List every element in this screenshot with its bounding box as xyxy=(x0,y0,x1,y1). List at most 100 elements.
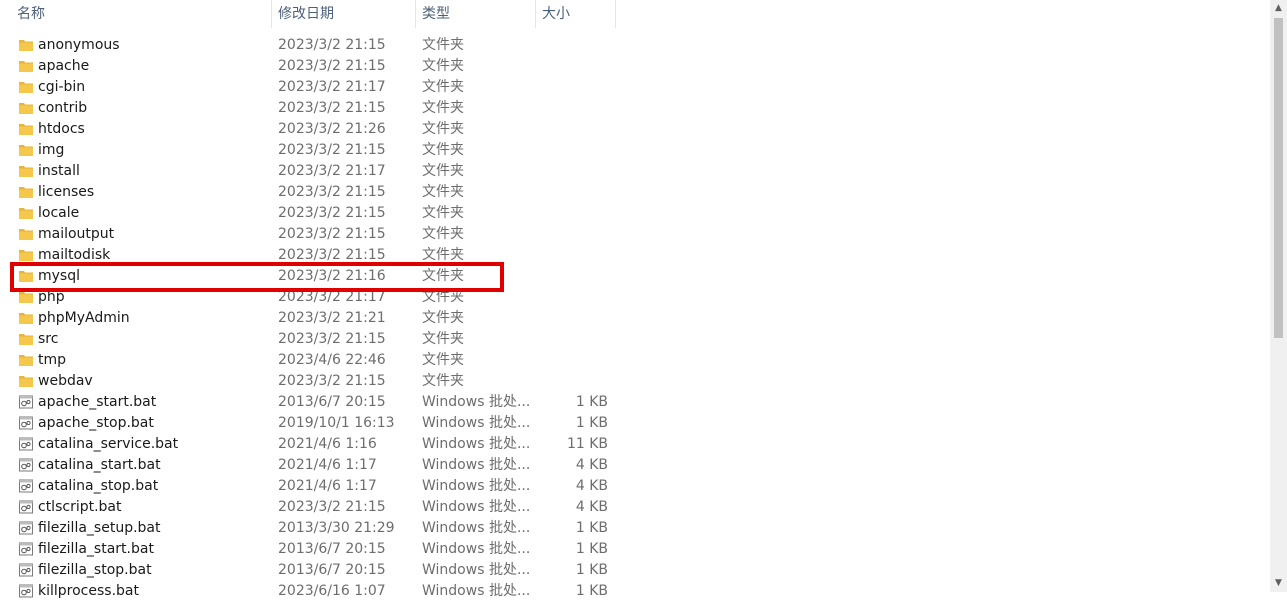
file-row[interactable]: mailoutput 2023/3/2 21:15 文件夹 xyxy=(0,224,1270,245)
folder-icon xyxy=(18,352,34,368)
file-date: 2023/3/2 21:15 xyxy=(278,226,386,242)
file-date: 2023/3/2 21:15 xyxy=(278,58,386,74)
file-row[interactable]: cgi-bin 2023/3/2 21:17 文件夹 xyxy=(0,77,1270,98)
file-row[interactable]: img 2023/3/2 21:15 文件夹 xyxy=(0,140,1270,161)
folder-icon xyxy=(18,226,34,242)
file-date: 2023/3/2 21:15 xyxy=(278,373,386,389)
file-date: 2023/3/2 21:21 xyxy=(278,310,386,326)
folder-icon xyxy=(18,205,34,221)
file-row[interactable]: mailtodisk 2023/3/2 21:15 文件夹 xyxy=(0,245,1270,266)
file-type: Windows 批处... xyxy=(422,457,531,473)
file-name: apache_start.bat xyxy=(38,394,157,410)
batch-file-icon xyxy=(18,478,34,494)
scroll-down-arrow-icon[interactable]: ▼ xyxy=(1270,575,1287,592)
file-name: locale xyxy=(38,205,80,221)
batch-file-icon xyxy=(18,520,34,536)
file-row[interactable]: contrib 2023/3/2 21:15 文件夹 xyxy=(0,98,1270,119)
file-date: 2023/3/2 21:15 xyxy=(278,331,386,347)
column-header-date[interactable]: 修改日期 xyxy=(272,0,416,28)
file-row[interactable]: apache 2023/3/2 21:15 文件夹 xyxy=(0,56,1270,77)
file-row[interactable]: phpMyAdmin 2023/3/2 21:21 文件夹 xyxy=(0,308,1270,329)
scroll-thumb[interactable] xyxy=(1274,18,1283,338)
file-name: apache xyxy=(38,58,90,74)
file-date: 2013/3/30 21:29 xyxy=(278,520,395,536)
folder-icon xyxy=(18,184,34,200)
file-date: 2013/6/7 20:15 xyxy=(278,541,386,557)
file-date: 2023/3/2 21:15 xyxy=(278,247,386,263)
file-type: 文件夹 xyxy=(422,58,464,74)
file-name: licenses xyxy=(38,184,95,200)
file-row[interactable]: install 2023/3/2 21:17 文件夹 xyxy=(0,161,1270,182)
file-name: htdocs xyxy=(38,121,85,137)
file-row[interactable]: catalina_stop.bat 2021/4/6 1:17 Windows 批处… xyxy=(0,476,1270,497)
file-size: 1 KB xyxy=(575,520,608,536)
file-row[interactable]: locale 2023/3/2 21:15 文件夹 xyxy=(0,203,1270,224)
file-name: mailoutput xyxy=(38,226,115,242)
column-header-name[interactable]: 名称 xyxy=(0,0,272,28)
folder-icon xyxy=(18,58,34,74)
column-header-size[interactable]: 大小 xyxy=(536,0,616,28)
file-row[interactable]: php 2023/3/2 21:17 文件夹 xyxy=(0,287,1270,308)
file-size: 1 KB xyxy=(575,562,608,578)
column-header-date-label: 修改日期 xyxy=(278,6,334,22)
file-row[interactable]: catalina_service.bat 2021/4/6 1:16 Windows… xyxy=(0,434,1270,455)
file-name: install xyxy=(38,163,80,179)
file-date: 2023/4/6 22:46 xyxy=(278,352,386,368)
folder-icon xyxy=(18,142,34,158)
file-type: 文件夹 xyxy=(422,268,464,284)
file-name: cgi-bin xyxy=(38,79,86,95)
file-row[interactable]: filezilla_stop.bat 2013/6/7 20:15 Windows … xyxy=(0,560,1270,581)
file-type: 文件夹 xyxy=(422,79,464,95)
file-date: 2023/3/2 21:15 xyxy=(278,184,386,200)
folder-icon xyxy=(18,331,34,347)
file-type: 文件夹 xyxy=(422,121,464,137)
file-type: Windows 批处... xyxy=(422,478,531,494)
file-row[interactable]: filezilla_setup.bat 2013/3/30 21:29 Window… xyxy=(0,518,1270,539)
file-name: anonymous xyxy=(38,37,120,53)
file-row[interactable]: mysql 2023/3/2 21:16 文件夹 xyxy=(0,266,1270,287)
file-row[interactable]: anonymous 2023/3/2 21:15 文件夹 xyxy=(0,35,1270,56)
file-type: Windows 批处... xyxy=(422,499,531,515)
file-type: Windows 批处... xyxy=(422,541,531,557)
batch-file-icon xyxy=(18,394,34,410)
batch-file-icon xyxy=(18,457,34,473)
file-date: 2023/3/2 21:17 xyxy=(278,79,386,95)
file-row[interactable]: tmp 2023/4/6 22:46 文件夹 xyxy=(0,350,1270,371)
column-header-type-label: 类型 xyxy=(422,6,450,22)
file-row[interactable]: apache_stop.bat 2019/10/1 16:13 Windows 批处… xyxy=(0,413,1270,434)
file-date: 2023/3/2 21:15 xyxy=(278,100,386,116)
file-row[interactable]: webdav 2023/3/2 21:15 文件夹 xyxy=(0,371,1270,392)
file-date: 2023/3/2 21:15 xyxy=(278,142,386,158)
vertical-scrollbar[interactable]: ▲ ▼ xyxy=(1270,0,1287,592)
file-row[interactable]: src 2023/3/2 21:15 文件夹 xyxy=(0,329,1270,350)
file-row[interactable]: filezilla_start.bat 2013/6/7 20:15 Windows… xyxy=(0,539,1270,560)
folder-icon xyxy=(18,100,34,116)
file-type: 文件夹 xyxy=(422,289,464,305)
file-date: 2023/3/2 21:26 xyxy=(278,121,386,137)
file-row[interactable]: licenses 2023/3/2 21:15 文件夹 xyxy=(0,182,1270,203)
file-row[interactable]: ctlscript.bat 2023/3/2 21:15 Windows 批处...… xyxy=(0,497,1270,518)
file-name: catalina_stop.bat xyxy=(38,478,159,494)
scroll-up-arrow-icon[interactable]: ▲ xyxy=(1270,0,1287,17)
file-row[interactable]: htdocs 2023/3/2 21:26 文件夹 xyxy=(0,119,1270,140)
file-row[interactable]: catalina_start.bat 2021/4/6 1:17 Windows 批… xyxy=(0,455,1270,476)
file-type: Windows 批处... xyxy=(422,415,531,431)
file-row[interactable]: apache_start.bat 2013/6/7 20:15 Windows 批处… xyxy=(0,392,1270,413)
file-name: mailtodisk xyxy=(38,247,111,263)
file-date: 2023/3/2 21:16 xyxy=(278,268,386,284)
file-date: 2023/3/2 21:15 xyxy=(278,499,386,515)
file-name: mysql xyxy=(38,268,80,284)
column-header-type[interactable]: 类型 xyxy=(416,0,536,28)
file-type: Windows 批处... xyxy=(422,394,531,410)
file-type: 文件夹 xyxy=(422,352,464,368)
file-size: 1 KB xyxy=(575,415,608,431)
file-type: 文件夹 xyxy=(422,373,464,389)
file-name: src xyxy=(38,331,59,347)
file-type: 文件夹 xyxy=(422,205,464,221)
folder-icon xyxy=(18,37,34,53)
file-name: filezilla_start.bat xyxy=(38,541,154,557)
file-size: 4 KB xyxy=(575,499,608,515)
file-size: 11 KB xyxy=(566,436,608,452)
folder-icon xyxy=(18,289,34,305)
file-type: 文件夹 xyxy=(422,310,464,326)
